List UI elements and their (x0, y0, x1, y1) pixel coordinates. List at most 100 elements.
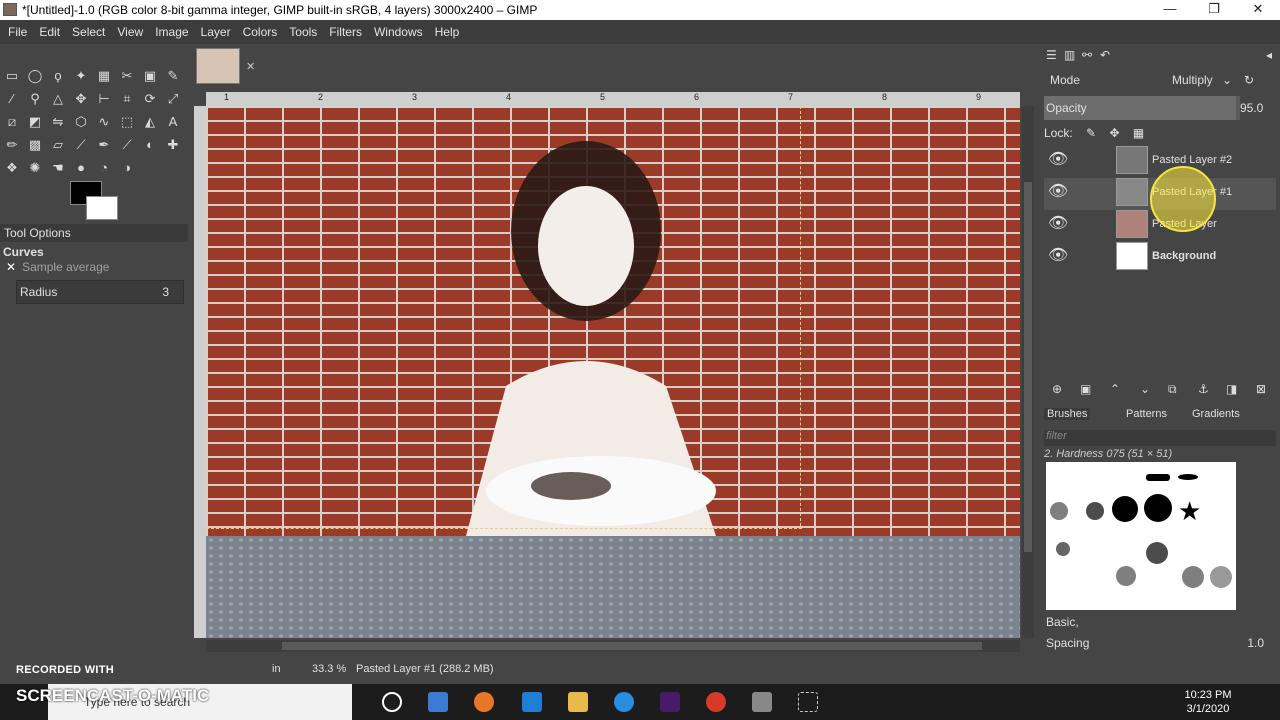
layer-name[interactable]: Background (1152, 250, 1216, 262)
duplicate-layer-icon[interactable]: ⧉ (1168, 382, 1177, 397)
perspective-clone-tool-icon[interactable]: ❖ (2, 158, 22, 178)
radius-field[interactable]: Radius 3 (16, 280, 184, 304)
firefox-icon[interactable] (474, 692, 494, 712)
tool-options-tab[interactable]: Tool Options (4, 226, 71, 240)
menu-colors[interactable]: Colors (237, 20, 284, 44)
background-color-swatch[interactable] (86, 196, 118, 220)
maximize-button[interactable]: ❐ (1192, 0, 1236, 20)
scale-tool-icon[interactable]: ⤢ (163, 89, 183, 109)
brush-swatch-selected[interactable] (1112, 496, 1138, 522)
move-tool-icon[interactable]: ✥ (71, 89, 91, 109)
flip-tool-icon[interactable]: ⇋ (48, 112, 68, 132)
horizontal-ruler[interactable]: 1 2 3 4 5 6 7 8 9 (206, 92, 1020, 106)
mode-select[interactable]: Multiply (1172, 73, 1213, 87)
tab-gradients[interactable]: Gradients (1192, 408, 1240, 420)
dodge-burn-tool-icon[interactable]: ● (71, 158, 91, 178)
ink-tool-icon[interactable]: ✒ (94, 135, 114, 155)
blur-tool-icon[interactable]: ✺ (25, 158, 45, 178)
menu-filters[interactable]: Filters (323, 20, 368, 44)
brush-swatch[interactable] (1086, 502, 1104, 520)
layer-row[interactable]: 👁 Pasted Layer #2 (1044, 146, 1276, 178)
cage-tool-icon[interactable]: ⬡ (71, 112, 91, 132)
minimize-button[interactable]: — (1148, 0, 1192, 20)
sample-average-checkbox[interactable]: ✕ (6, 260, 16, 274)
reset-mode-icon[interactable]: ↻ (1244, 73, 1254, 87)
star-brush-icon[interactable]: ★ (1178, 496, 1201, 527)
radius-value[interactable]: 3 (162, 285, 169, 299)
by-color-select-tool-icon[interactable]: ▦ (94, 66, 114, 86)
color-picker-tool-icon[interactable]: ⁄ (2, 89, 22, 109)
foreground-select-tool-icon[interactable]: ▣ (140, 66, 160, 86)
zoom-select[interactable]: 33.3 % (312, 663, 346, 675)
lock-position-icon[interactable]: ✥ (1109, 126, 1119, 140)
opacity-slider[interactable]: Opacity 95.0 (1044, 96, 1263, 120)
cortana-icon[interactable] (382, 692, 402, 712)
new-layer-icon[interactable]: ⊕ (1052, 382, 1062, 396)
visibility-eye-icon[interactable]: 👁 (1048, 184, 1070, 200)
vertical-scroll-thumb[interactable] (1024, 182, 1032, 552)
delete-layer-icon[interactable]: ⊠ (1256, 382, 1266, 396)
menu-windows[interactable]: Windows (368, 20, 429, 44)
opacity-value[interactable]: 95.0 (1240, 101, 1263, 115)
paths-tool-icon[interactable]: ✎ (163, 66, 183, 86)
brush-swatch[interactable] (1178, 474, 1198, 480)
paintbrush-tool-icon[interactable]: ▩ (25, 135, 45, 155)
menu-file[interactable]: File (0, 20, 33, 44)
brush-swatch[interactable] (1146, 474, 1170, 481)
menu-view[interactable]: View (111, 20, 149, 44)
anchor-layer-icon[interactable]: ⚓ (1198, 382, 1209, 396)
rotate-tool-icon[interactable]: ⟳ (140, 89, 160, 109)
image-tab-thumbnail[interactable] (196, 48, 240, 84)
paths-tab-icon[interactable]: ⚯ (1082, 48, 1092, 62)
scissors-tool-icon[interactable]: ✂ (117, 66, 137, 86)
edge-icon[interactable] (522, 692, 542, 712)
mypaint-brush-tool-icon[interactable]: ⟋ (117, 135, 137, 155)
unit-select[interactable]: in (272, 663, 281, 675)
menu-help[interactable]: Help (429, 20, 466, 44)
text-tool-icon[interactable]: A (163, 112, 183, 132)
brush-swatch[interactable] (1050, 502, 1068, 520)
perspective-tool-icon[interactable]: ◩ (25, 112, 45, 132)
brush-preset-select[interactable]: Basic, (1044, 614, 1276, 632)
visibility-eye-icon[interactable]: 👁 (1048, 216, 1070, 232)
undo-history-tab-icon[interactable]: ↶ (1100, 48, 1110, 62)
free-select-tool-icon[interactable]: ϙ (48, 66, 68, 86)
rect-select-tool-icon[interactable]: ▭ (2, 66, 22, 86)
clone-tool-icon[interactable]: ◐ (140, 135, 160, 155)
image-tab-close-icon[interactable]: ✕ (246, 60, 255, 73)
close-button[interactable]: ✕ (1236, 0, 1280, 20)
gradient-tool-icon[interactable]: ◔ (94, 158, 114, 178)
brush-swatch[interactable] (1146, 542, 1168, 564)
shear-tool-icon[interactable]: ⧄ (2, 112, 22, 132)
unified-transform-tool-icon[interactable]: ⬚ (117, 112, 137, 132)
layers-tab-icon[interactable]: ☰ (1046, 48, 1057, 62)
horizontal-scrollbar[interactable] (206, 640, 1020, 652)
brush-grid[interactable]: ★ (1046, 462, 1236, 610)
measure-tool-icon[interactable]: △ (48, 89, 68, 109)
gimp-taskbar-icon[interactable] (752, 692, 772, 712)
brush-filter-input[interactable]: filter (1044, 430, 1276, 446)
ellipse-select-tool-icon[interactable]: ◯ (25, 66, 45, 86)
lock-alpha-icon[interactable]: ▦ (1133, 126, 1144, 140)
visibility-eye-icon[interactable]: 👁 (1048, 152, 1070, 168)
chrome-icon[interactable] (706, 692, 726, 712)
menu-edit[interactable]: Edit (33, 20, 66, 44)
bucket-fill-tool-icon[interactable]: ◭ (140, 112, 160, 132)
layer-row[interactable]: 👁 Background (1044, 242, 1276, 274)
fuzzy-select-tool-icon[interactable]: ✦ (71, 66, 91, 86)
taskbar-clock[interactable]: 10:23 PM 3/1/2020 (1180, 688, 1236, 716)
internet-explorer-icon[interactable] (614, 692, 634, 712)
layer-name[interactable]: Pasted Layer #2 (1152, 154, 1232, 166)
chevron-down-icon[interactable]: ⌄ (1222, 73, 1232, 87)
dock-menu-icon[interactable]: ◂ (1266, 48, 1272, 62)
brush-swatch[interactable] (1210, 566, 1232, 588)
menu-tools[interactable]: Tools (283, 20, 323, 44)
mask-layer-icon[interactable]: ◨ (1226, 382, 1237, 396)
lower-layer-icon[interactable]: ⌄ (1140, 382, 1150, 396)
heal-tool-icon[interactable]: ✚ (163, 135, 183, 155)
brush-swatch[interactable] (1056, 542, 1070, 556)
pencil-tool-icon[interactable]: ✏ (2, 135, 22, 155)
zoom-tool-icon[interactable]: ⚲ (25, 89, 45, 109)
menu-image[interactable]: Image (149, 20, 194, 44)
airbrush-tool-icon[interactable]: ⟋ (71, 135, 91, 155)
